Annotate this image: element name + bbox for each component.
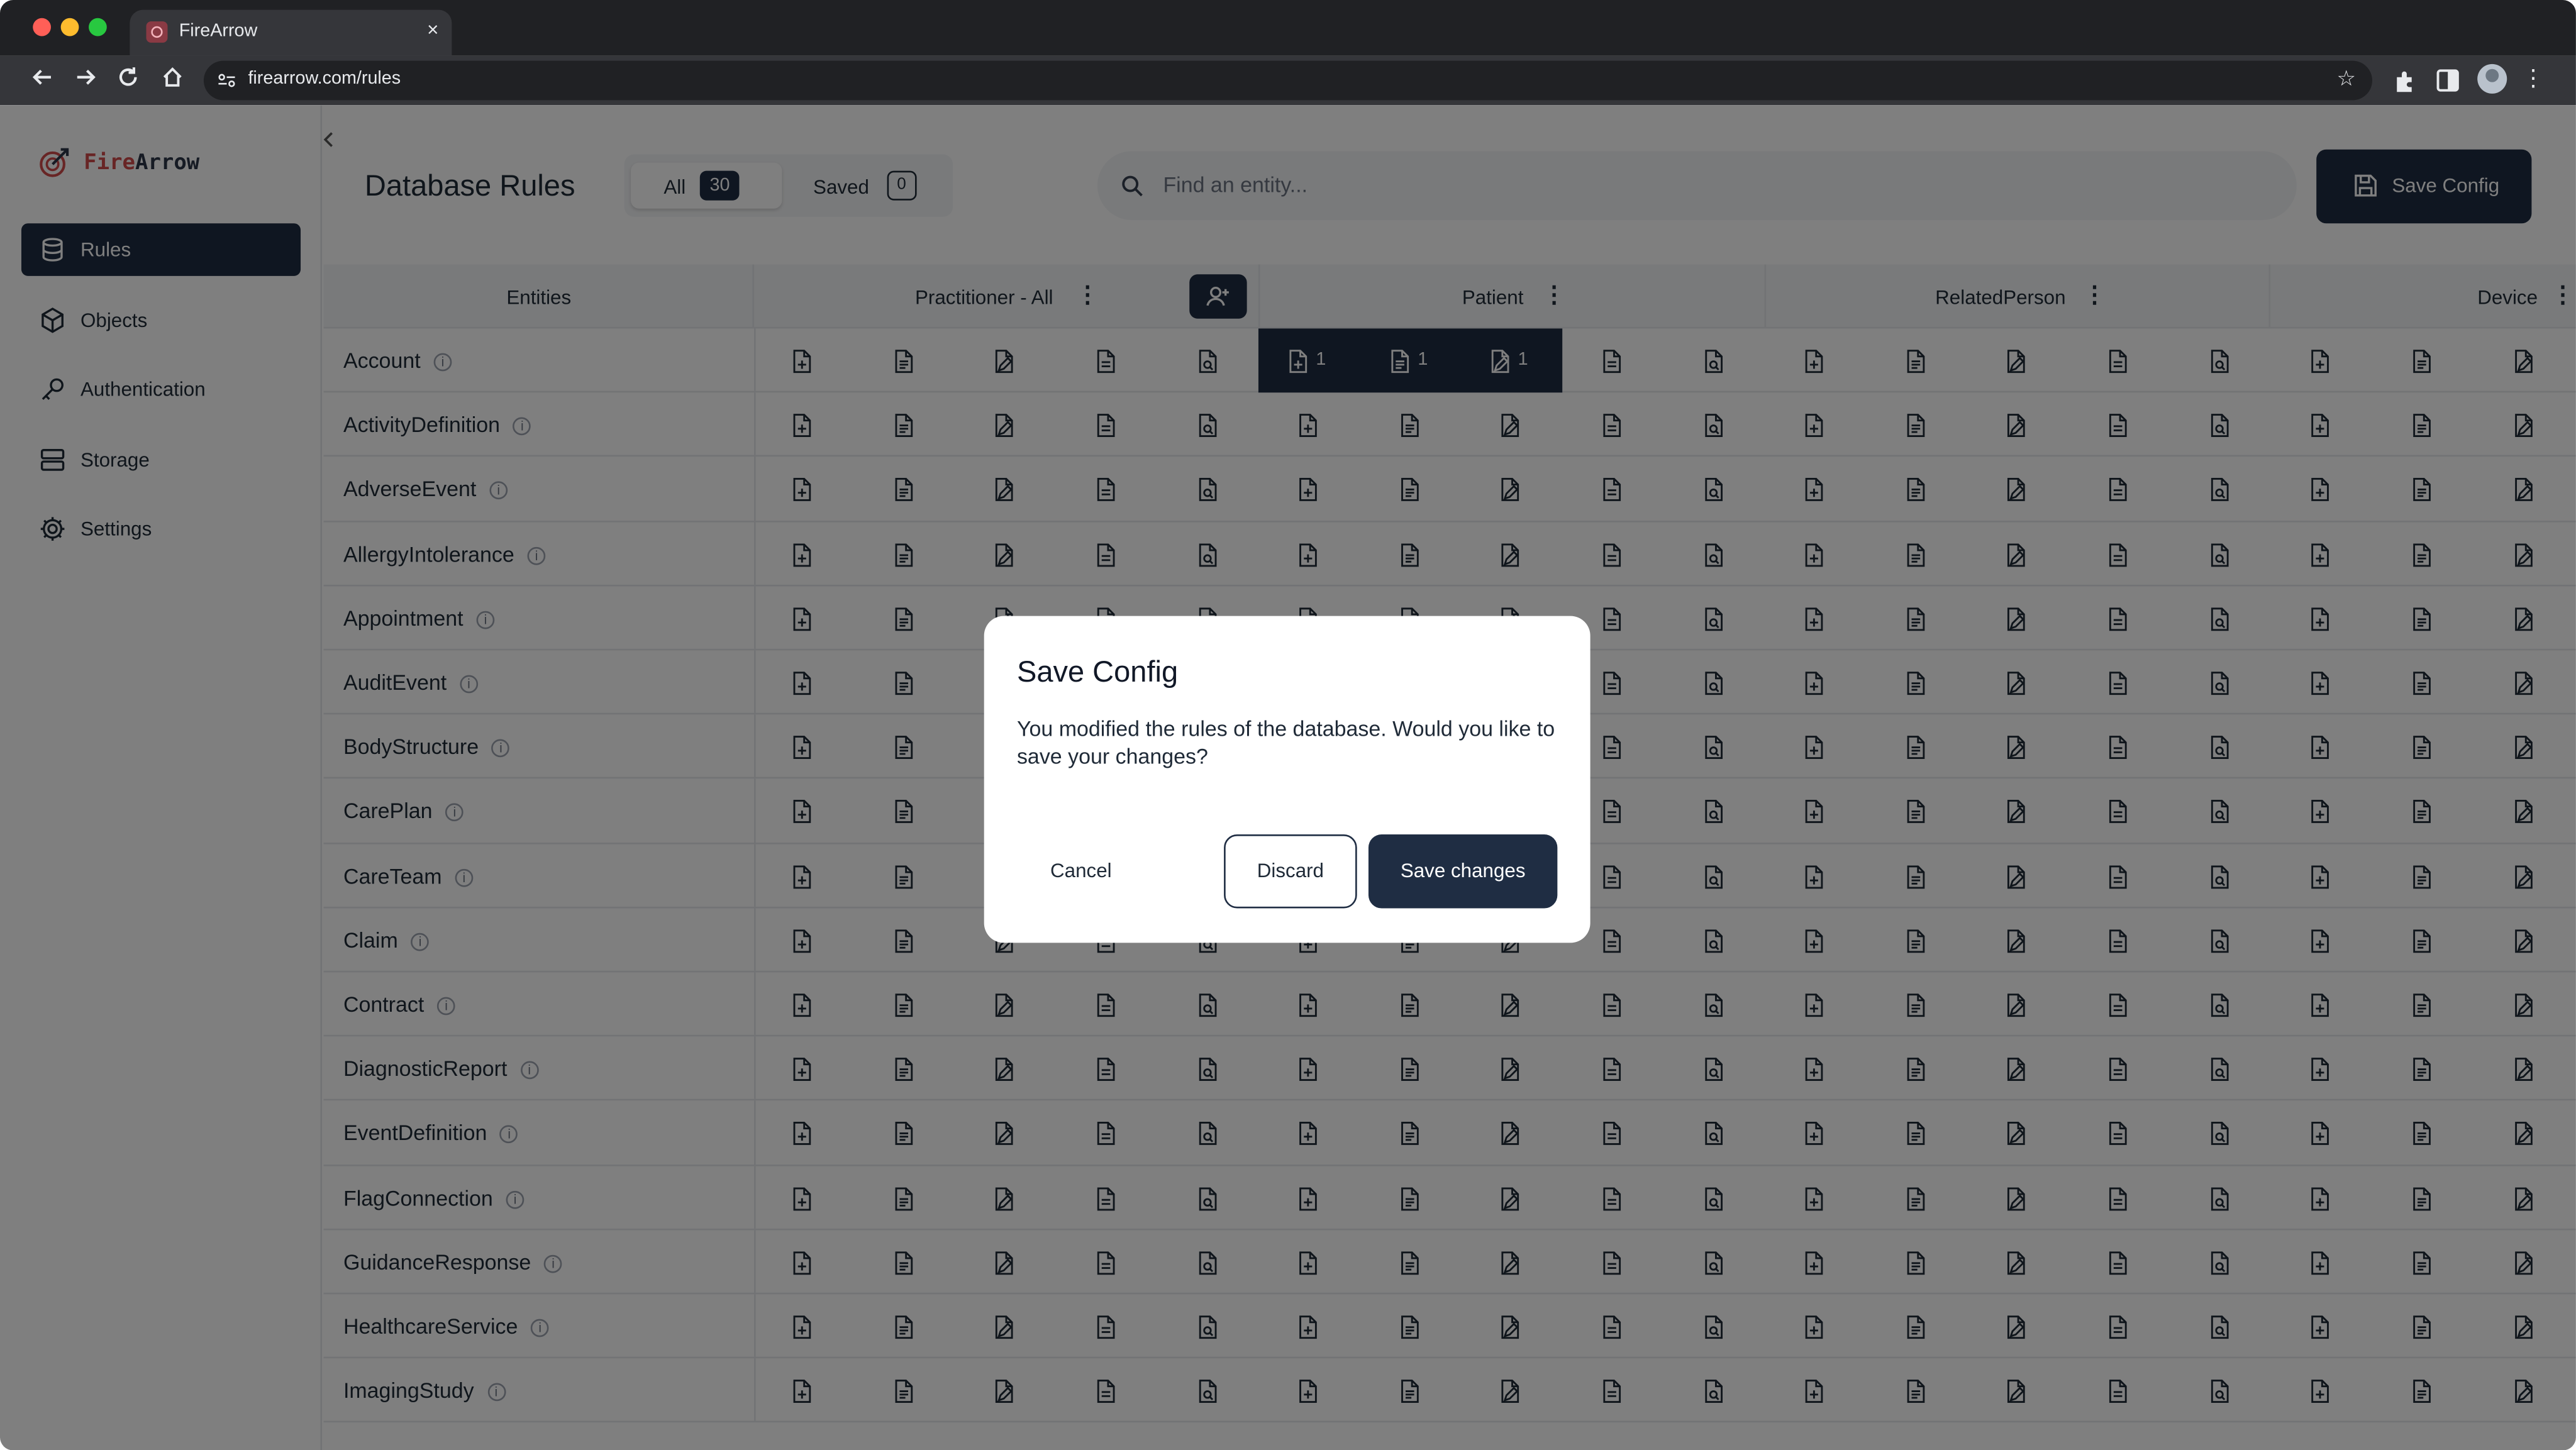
site-settings-icon[interactable]	[217, 70, 236, 90]
reload-icon[interactable]	[112, 64, 145, 97]
minimize-window-button[interactable]	[60, 18, 79, 36]
profile-avatar[interactable]	[2477, 64, 2507, 94]
browser-window: FireArrow × firearrow.com/rules ☆ ⋮ Save…	[0, 0, 2576, 1450]
dialog-title: Save Config	[1016, 655, 1179, 689]
bookmark-star-icon[interactable]: ☆	[2336, 65, 2355, 92]
url-text: firearrow.com/rules	[248, 69, 401, 89]
side-panel-icon[interactable]	[2433, 65, 2463, 95]
extensions-icon[interactable]	[2390, 65, 2420, 95]
browser-tab-bar: FireArrow ×	[0, 0, 2576, 56]
dialog-message: You modified the rules of the database. …	[1016, 716, 1555, 769]
browser-tab[interactable]: FireArrow ×	[130, 9, 452, 56]
tab-title: FireArrow	[179, 21, 258, 42]
close-window-button[interactable]	[33, 18, 51, 36]
home-icon[interactable]	[156, 64, 189, 97]
back-arrow-icon[interactable]	[26, 64, 59, 97]
cancel-button[interactable]: Cancel	[1017, 834, 1145, 909]
forward-arrow-icon[interactable]	[69, 64, 102, 97]
close-tab-icon[interactable]: ×	[427, 18, 438, 42]
browser-menu-icon[interactable]: ⋮	[2522, 64, 2545, 92]
browser-toolbar: firearrow.com/rules ☆ ⋮	[0, 55, 2576, 106]
address-bar[interactable]: firearrow.com/rules ☆	[203, 60, 2373, 101]
discard-button[interactable]: Discard	[1224, 834, 1357, 909]
save-config-dialog: Save Config You modified the rules of th…	[984, 616, 1591, 943]
favicon-icon	[146, 21, 168, 43]
maximize-window-button[interactable]	[89, 18, 107, 36]
save-changes-button[interactable]: Save changes	[1368, 834, 1558, 909]
